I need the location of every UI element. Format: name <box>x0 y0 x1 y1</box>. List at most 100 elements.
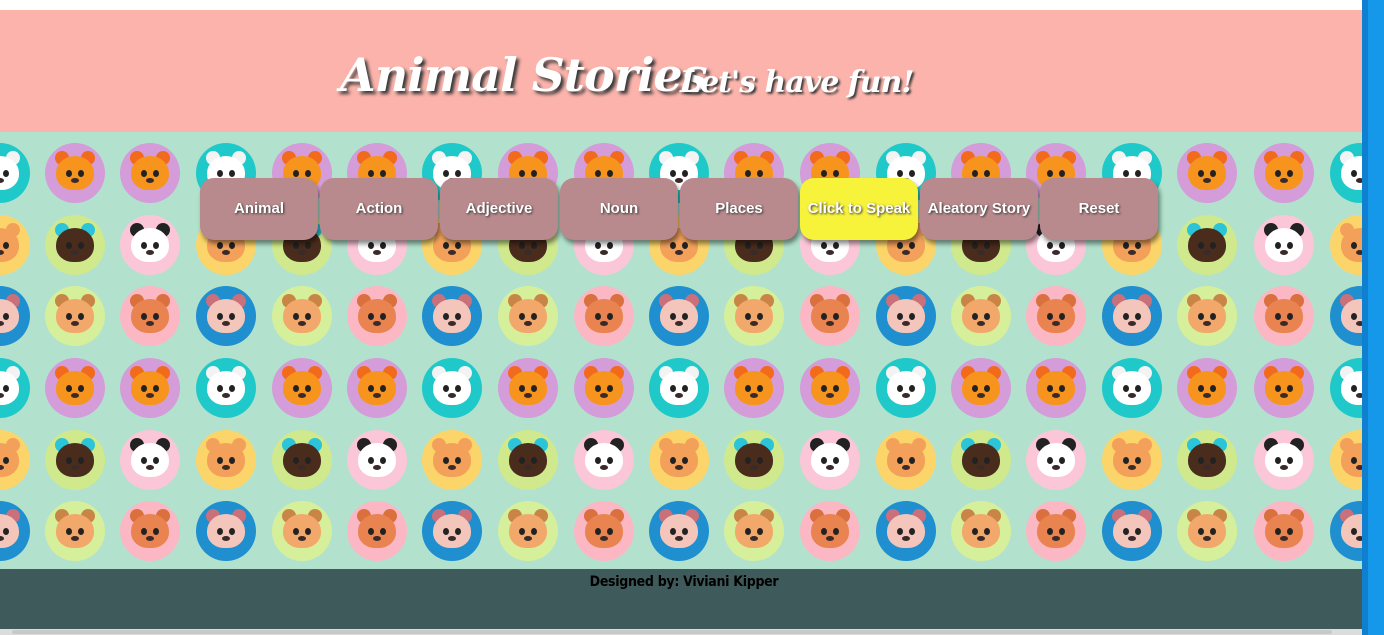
page-footer: Designed by: Viviani Kipper <box>0 569 1362 629</box>
monkey-icon <box>422 430 482 490</box>
deer-icon <box>498 501 558 561</box>
bee-icon <box>498 430 558 490</box>
bear-icon <box>120 501 180 561</box>
deer-icon <box>45 286 105 346</box>
bear-icon <box>574 501 634 561</box>
fox-icon <box>45 143 105 203</box>
bear-icon <box>574 286 634 346</box>
bear-icon <box>1026 286 1086 346</box>
panda-icon <box>1254 215 1314 275</box>
duck-icon <box>1330 358 1362 418</box>
fox-icon <box>498 358 558 418</box>
bear-icon <box>120 286 180 346</box>
deer-icon <box>272 501 332 561</box>
duck-icon <box>876 358 936 418</box>
deer-icon <box>498 286 558 346</box>
fox-icon <box>574 358 634 418</box>
fox-icon <box>1177 143 1237 203</box>
monkey-icon <box>0 215 30 275</box>
page-title: Animal Stories <box>340 48 708 102</box>
bear-icon <box>1026 501 1086 561</box>
duck-icon <box>0 143 30 203</box>
owl-icon <box>1330 286 1362 346</box>
owl-icon <box>196 501 256 561</box>
duck-icon <box>196 358 256 418</box>
duck-icon <box>0 358 30 418</box>
horizontal-scrollbar-thumb[interactable] <box>12 630 1332 634</box>
bear-icon <box>800 286 860 346</box>
designer-credit: Designed by: Viviani Kipper <box>589 574 779 590</box>
bee-icon <box>1177 430 1237 490</box>
owl-icon <box>1102 501 1162 561</box>
panda-icon <box>120 430 180 490</box>
browser-viewport: Animal Stories Let's have fun! Animal Ac… <box>0 0 1362 635</box>
duck-icon <box>1102 358 1162 418</box>
fox-icon <box>45 358 105 418</box>
action-button[interactable]: Action <box>320 178 438 240</box>
panda-icon <box>120 215 180 275</box>
adjective-button[interactable]: Adjective <box>440 178 558 240</box>
monkey-icon <box>876 430 936 490</box>
bee-icon <box>724 430 784 490</box>
page-header: Animal Stories Let's have fun! <box>0 10 1362 132</box>
side-panel-border <box>1362 0 1368 635</box>
places-button[interactable]: Places <box>680 178 798 240</box>
bear-icon <box>1254 501 1314 561</box>
bee-icon <box>45 430 105 490</box>
bee-icon <box>272 430 332 490</box>
deer-icon <box>724 286 784 346</box>
fox-icon <box>951 358 1011 418</box>
fox-icon <box>1026 358 1086 418</box>
panda-icon <box>347 430 407 490</box>
duck-icon <box>422 358 482 418</box>
deer-icon <box>1177 286 1237 346</box>
bear-icon <box>800 501 860 561</box>
owl-icon <box>422 286 482 346</box>
fox-icon <box>120 358 180 418</box>
bear-icon <box>347 501 407 561</box>
monkey-icon <box>1330 430 1362 490</box>
duck-icon <box>1330 143 1362 203</box>
monkey-icon <box>196 430 256 490</box>
duck-icon <box>649 358 709 418</box>
aleatory-story-button[interactable]: Aleatory Story <box>920 178 1038 240</box>
fox-icon <box>1177 358 1237 418</box>
owl-icon <box>422 501 482 561</box>
owl-icon <box>649 286 709 346</box>
bee-icon <box>45 215 105 275</box>
owl-icon <box>1102 286 1162 346</box>
monkey-icon <box>649 430 709 490</box>
monkey-icon <box>1330 215 1362 275</box>
reset-button[interactable]: Reset <box>1040 178 1158 240</box>
bee-icon <box>1177 215 1237 275</box>
bear-icon <box>347 286 407 346</box>
horizontal-scrollbar[interactable] <box>0 629 1362 635</box>
deer-icon <box>272 286 332 346</box>
animal-button[interactable]: Animal <box>200 178 318 240</box>
fox-icon <box>1254 358 1314 418</box>
deer-icon <box>724 501 784 561</box>
fox-icon <box>120 143 180 203</box>
fox-icon <box>347 358 407 418</box>
panda-icon <box>800 430 860 490</box>
fox-icon <box>272 358 332 418</box>
owl-icon <box>0 501 30 561</box>
panda-icon <box>1254 430 1314 490</box>
monkey-icon <box>1102 430 1162 490</box>
panda-icon <box>574 430 634 490</box>
owl-icon <box>876 286 936 346</box>
deer-icon <box>1177 501 1237 561</box>
fox-icon <box>724 358 784 418</box>
noun-button[interactable]: Noun <box>560 178 678 240</box>
owl-icon <box>649 501 709 561</box>
monkey-icon <box>0 430 30 490</box>
owl-icon <box>876 501 936 561</box>
owl-icon <box>1330 501 1362 561</box>
click-to-speak-button[interactable]: Click to Speak <box>800 178 918 240</box>
bee-icon <box>951 430 1011 490</box>
bear-icon <box>1254 286 1314 346</box>
owl-icon <box>0 286 30 346</box>
deer-icon <box>951 501 1011 561</box>
panda-icon <box>1026 430 1086 490</box>
deer-icon <box>45 501 105 561</box>
